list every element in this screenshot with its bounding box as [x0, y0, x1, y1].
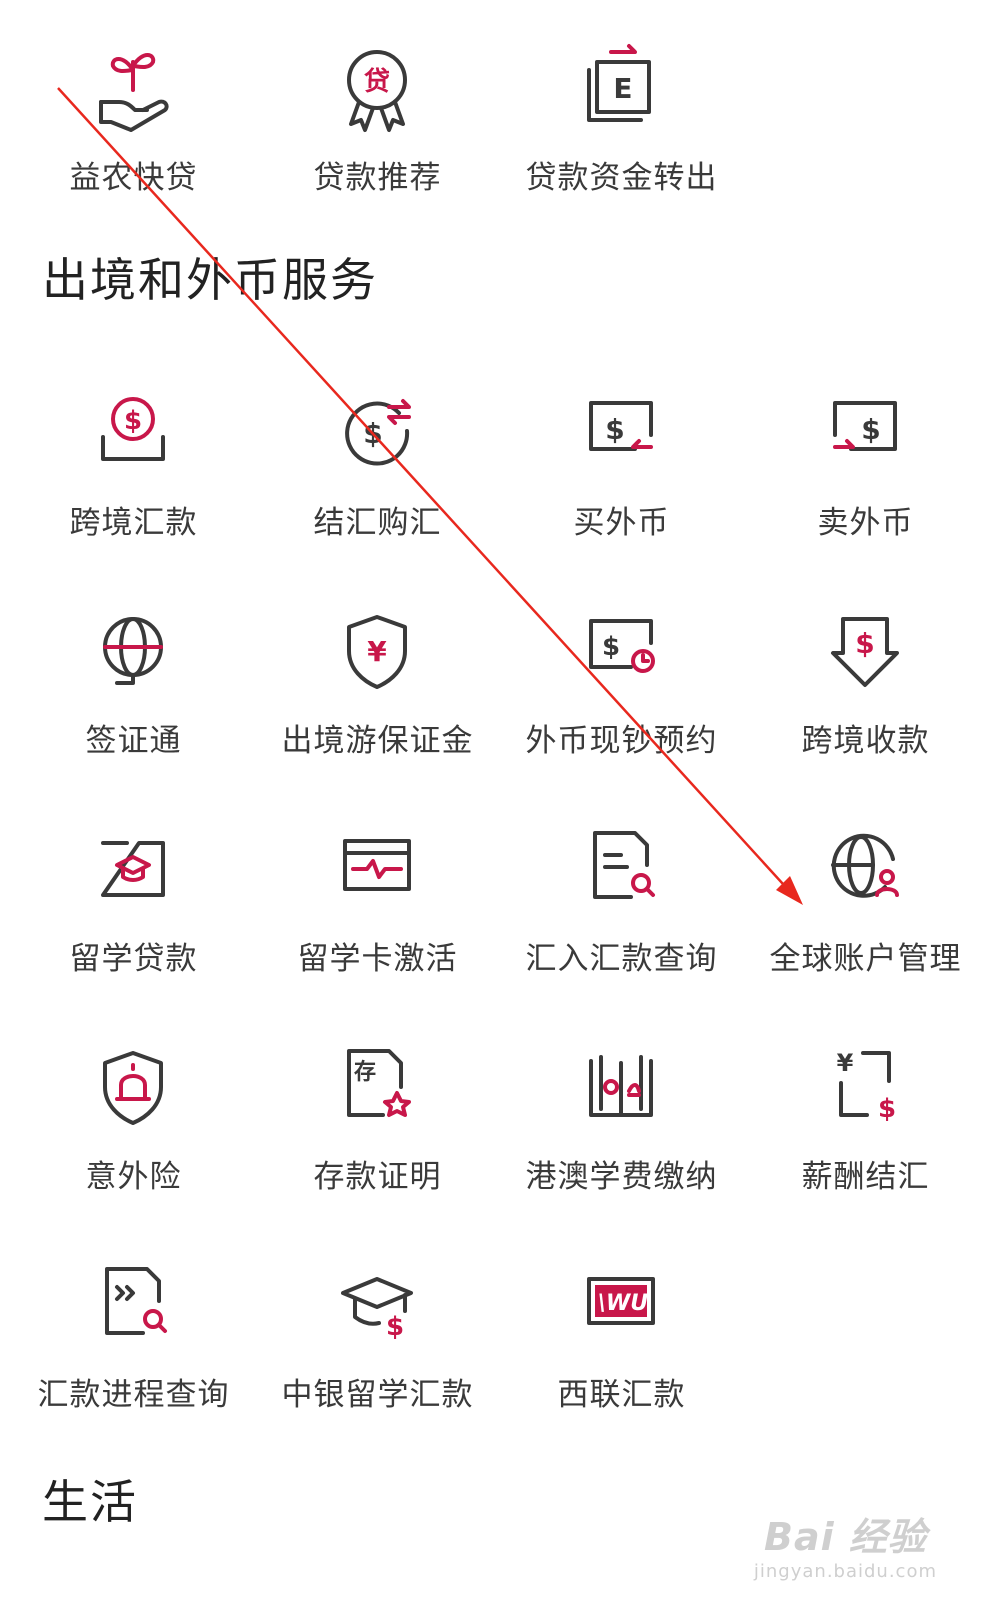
dollar-buy-icon: $	[571, 385, 671, 485]
tile-study-card-activate[interactable]: 留学卡激活	[253, 821, 502, 1021]
tile-label: 买外币	[573, 505, 670, 541]
tile-label: 港澳学费缴纳	[525, 1159, 718, 1195]
tile-boc-study-remit[interactable]: $ 中银留学汇款	[253, 1257, 502, 1457]
watermark-logo: Bai 经验	[764, 1515, 927, 1559]
tile-cross-border-receive[interactable]: $ 跨境收款	[741, 603, 990, 803]
svg-text:$: $	[861, 413, 880, 446]
svg-text:¥: ¥	[837, 1049, 854, 1077]
graduation-card-icon	[83, 821, 183, 921]
alarm-shield-icon	[83, 1039, 183, 1139]
svg-text:$: $	[605, 413, 624, 446]
tile-label: 贷款资金转出	[525, 160, 718, 196]
tile-label: 外币现钞预约	[525, 723, 718, 759]
section-title-life: 生活	[42, 1475, 138, 1529]
svg-text:$: $	[602, 632, 620, 662]
dollar-coin-tray-icon: $	[83, 385, 183, 485]
forex-row-5: 汇款进程查询 $ 中银留学汇款 \WU 西联汇款	[0, 1257, 997, 1457]
tile-cash-reserve[interactable]: $ 外币现钞预约	[497, 603, 746, 803]
deposit-certificate-icon: 存	[327, 1039, 427, 1139]
tile-label: 出境游保证金	[281, 723, 474, 759]
svg-text:E: E	[613, 72, 632, 105]
tile-label: 签证通	[85, 723, 182, 759]
hk-macau-book-icon	[571, 1039, 671, 1139]
svg-text:贷: 贷	[364, 66, 390, 97]
tile-label: 意外险	[85, 1159, 182, 1195]
svg-text:$: $	[386, 1312, 404, 1342]
dollar-receive-icon: $	[815, 603, 915, 703]
code-document-search-icon	[83, 1257, 183, 1357]
tile-label: 薪酬结汇	[801, 1159, 930, 1195]
western-union-icon: \WU	[571, 1257, 671, 1357]
tile-label: 贷款推荐	[313, 160, 442, 196]
tile-label: 汇款进程查询	[37, 1377, 230, 1413]
globe-user-icon	[815, 821, 915, 921]
tile-label: 结汇购汇	[313, 505, 442, 541]
tile-label: 中银留学汇款	[281, 1377, 474, 1413]
yuan-shield-icon: ¥	[327, 603, 427, 703]
tile-deposit-certificate[interactable]: 存 存款证明	[253, 1039, 502, 1239]
tile-salary-settle[interactable]: ¥ $ 薪酬结汇	[741, 1039, 990, 1239]
globe-visa-icon	[83, 603, 183, 703]
forex-row-4: 意外险 存 存款证明 港澳学费缴纳 ¥ $ 薪酬结汇	[0, 1039, 997, 1239]
tile-label: 留学卡激活	[297, 941, 458, 977]
tile-hk-macau-tuition[interactable]: 港澳学费缴纳	[497, 1039, 746, 1239]
tile-label: 益农快贷	[69, 160, 198, 196]
tile-cross-border-remit[interactable]: $ 跨境汇款	[9, 385, 258, 585]
tile-travel-deposit[interactable]: ¥ 出境游保证金	[253, 603, 502, 803]
tile-western-union[interactable]: \WU 西联汇款	[497, 1257, 746, 1457]
salary-exchange-icon: ¥ $	[815, 1039, 915, 1139]
loan-badge-icon: 贷	[327, 40, 427, 140]
tile-yinong-loan[interactable]: 益农快贷	[9, 40, 258, 240]
tile-label: 卖外币	[817, 505, 914, 541]
svg-text:存: 存	[354, 1059, 376, 1085]
graduation-cap-dollar-icon: $	[327, 1257, 427, 1357]
card-pulse-icon	[327, 821, 427, 921]
tile-buy-fx[interactable]: $ 买外币	[497, 385, 746, 585]
svg-text:¥: ¥	[367, 635, 387, 668]
svg-text:$: $	[878, 1094, 896, 1124]
tile-study-loan[interactable]: 留学贷款	[9, 821, 258, 1021]
loan-row: 益农快贷 贷 贷款推荐 E 贷款资金转出	[0, 40, 997, 240]
dollar-sell-icon: $	[815, 385, 915, 485]
tile-label: 留学贷款	[69, 941, 198, 977]
tile-accident-insurance[interactable]: 意外险	[9, 1039, 258, 1239]
tile-label: 西联汇款	[557, 1377, 686, 1413]
tile-visa[interactable]: 签证通	[9, 603, 258, 803]
section-title-forex: 出境和外币服务	[42, 253, 378, 307]
dollar-exchange-icon: $	[327, 385, 427, 485]
baidu-watermark: Bai 经验 jingyan.baidu.com	[754, 1506, 937, 1582]
document-search-icon	[571, 821, 671, 921]
tile-label: 存款证明	[313, 1159, 442, 1195]
svg-text:$: $	[363, 417, 382, 450]
tile-sell-fx[interactable]: $ 卖外币	[741, 385, 990, 585]
svg-text:\WU: \WU	[598, 1291, 648, 1316]
watermark-url: jingyan.baidu.com	[753, 1561, 937, 1582]
forex-row-2: 签证通 ¥ 出境游保证金 $ 外币现钞预约 $ 跨境收款	[0, 603, 997, 803]
e-transfer-icon: E	[571, 40, 671, 140]
forex-row-1: $ 跨境汇款 $ 结汇购汇 $ 买外币 $ 卖外币	[0, 385, 997, 585]
tile-loan-recommend[interactable]: 贷 贷款推荐	[253, 40, 502, 240]
tile-global-account[interactable]: 全球账户管理	[741, 821, 990, 1021]
sprout-hand-icon	[83, 40, 183, 140]
tile-label: 跨境收款	[801, 723, 930, 759]
tile-remit-progress-query[interactable]: 汇款进程查询	[9, 1257, 258, 1457]
tile-label: 汇入汇款查询	[525, 941, 718, 977]
forex-row-3: 留学贷款 留学卡激活 汇入汇款查询 全球账户管理	[0, 821, 997, 1021]
tile-label: 全球账户管理	[769, 941, 962, 977]
svg-text:$: $	[124, 406, 142, 436]
tile-label: 跨境汇款	[69, 505, 198, 541]
tile-loan-transfer[interactable]: E 贷款资金转出	[497, 40, 746, 240]
dollar-clock-icon: $	[571, 603, 671, 703]
tile-inward-remit-query[interactable]: 汇入汇款查询	[497, 821, 746, 1021]
tile-fx-settle[interactable]: $ 结汇购汇	[253, 385, 502, 585]
svg-text:$: $	[855, 627, 874, 660]
